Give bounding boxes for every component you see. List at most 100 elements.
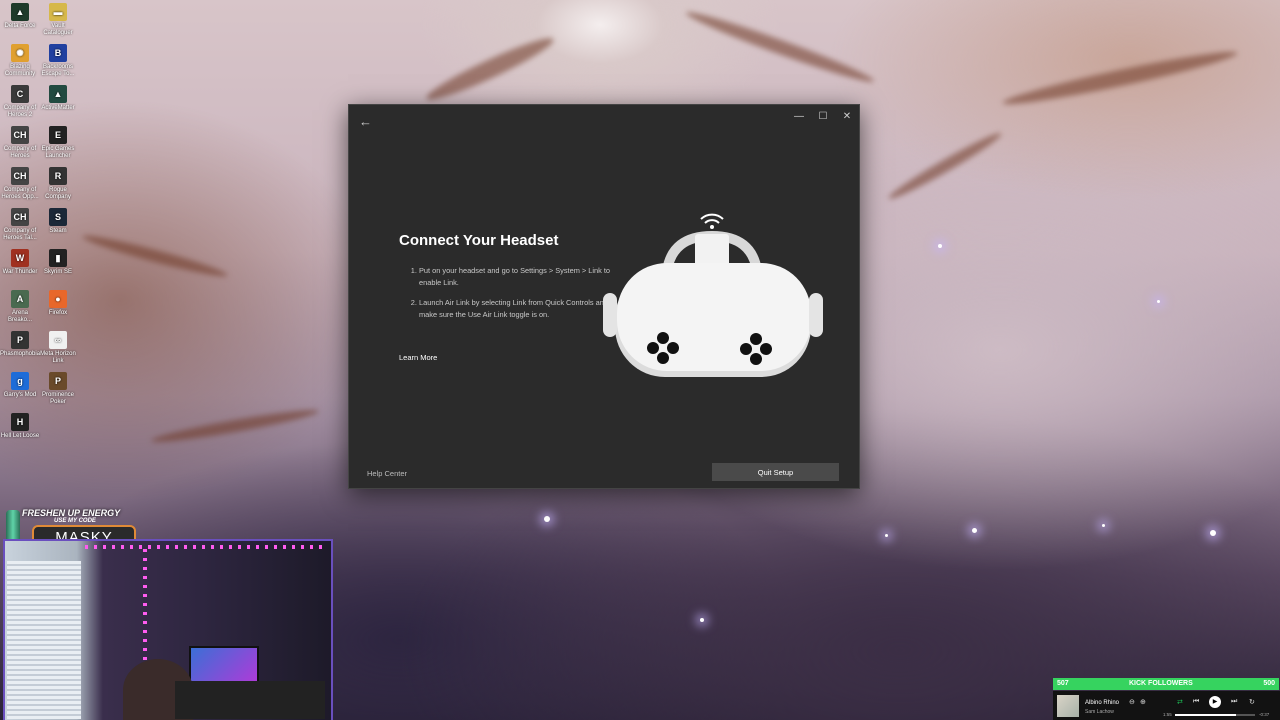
war-thunder-icon: W [11,249,29,267]
quit-setup-button[interactable]: Quit Setup [712,463,839,481]
previous-icon[interactable]: ⏮ [1193,698,1199,706]
desktop-icon-label: Epic Games Launcher [41,146,75,159]
nebula-streak [1000,45,1240,111]
nebula-streak [422,31,558,107]
prominence-poker-icon: P [49,372,67,390]
desktop-icon-label: Meta Horizon Link [40,351,76,364]
shuffle-icon[interactable]: ⇄ [1177,698,1183,706]
music-player: Albino Rhino Sam Lachow ⊖ ⊕ ⇄ ⏮ ▶ ⏭ ↻ 1:… [1053,691,1280,720]
learn-more-link[interactable]: Learn More [399,353,437,362]
company-of-heroes-icon: CH [11,126,29,144]
instruction-step: Launch Air Link by selecting Link from Q… [419,297,619,321]
desktop-icon-steam[interactable]: S Steam [38,208,78,235]
desktop-icon-delta-force[interactable]: ▲ Delta Force [0,3,40,30]
desktop-icon-rogue-company[interactable]: R Rogue Company [38,167,78,201]
desktop-icon-label: Blazing Community [4,64,36,77]
nebula-streak [885,128,1005,204]
company-of-heroes-tal-icon: CH [11,208,29,226]
star [1102,524,1105,527]
star [938,244,942,248]
desktop-icon-blazing-community[interactable]: ✺ Blazing Community [0,44,40,78]
vault-cataloguer-icon: ▬ [49,3,67,21]
progress-fill [1175,714,1236,716]
desktop-icon-phasmophobia[interactable]: P Phasmophobia [0,331,40,358]
nebula-streak [150,405,320,447]
desktop-icon-epic-games-launcher[interactable]: E Epic Games Launcher [38,126,78,160]
follower-goal-label: KICK FOLLOWERS [1129,680,1193,687]
monitor [189,646,259,686]
progress-bar[interactable] [1175,714,1255,716]
remove-icon[interactable]: ⊖ [1129,698,1135,706]
desktop-icon-meta-horizon-link[interactable]: ∞ Meta Horizon Link [38,331,78,365]
meta-link-setup-window: ← — ☐ ✕ Connect Your Headset Put on your… [348,104,860,489]
desktop-icon-label: ActiveMatter [41,105,75,111]
backrooms-escape-to-icon: B [49,44,67,62]
wifi-icon [700,213,724,229]
play-button[interactable]: ▶ [1209,696,1221,708]
star [544,516,550,522]
album-art [1057,695,1079,717]
desktop-icon-label: Company of Heroes Opp... [1,187,39,200]
vr-headset-illustration [603,213,823,377]
desktop-icon-label: Skyrim SE [43,269,72,275]
desktop-icon-label: Rogue Company [45,187,71,200]
star [700,618,704,622]
desktop-icon-hell-let-loose[interactable]: H Hell Let Loose [0,413,40,440]
next-icon[interactable]: ⏭ [1231,698,1237,706]
follower-count: 507 [1057,680,1069,687]
desktop-icon-garry-s-mod[interactable]: g Garry's Mod [0,372,40,399]
follower-goal-bar: 507 KICK FOLLOWERS 500 [1053,678,1279,690]
rogue-company-icon: R [49,167,67,185]
garry-s-mod-icon: g [11,372,29,390]
instruction-step: Put on your headset and go to Settings >… [419,265,619,289]
desktop-icon-firefox[interactable]: ● Firefox [38,290,78,317]
maximize-button[interactable]: ☐ [813,111,833,122]
company-of-heroes-opp-icon: CH [11,167,29,185]
star [1210,530,1216,536]
repeat-icon[interactable]: ↻ [1249,698,1255,706]
desktop-icon-label: Backrooms Escape To... [41,64,75,77]
desktop-icon-label: Delta Force [4,23,36,29]
desktop-icon-label: War Thunder [2,269,38,275]
desktop-icon-activematter[interactable]: ▲ ActiveMatter [38,85,78,112]
desktop-icon-war-thunder[interactable]: W War Thunder [0,249,40,276]
song-title: Albino Rhino [1085,700,1120,706]
desktop-icon-label: Vault Cataloguer [43,23,73,36]
desk [175,681,325,719]
minimize-button[interactable]: — [789,111,809,122]
follower-goal: 500 [1263,680,1275,687]
close-button[interactable]: ✕ [837,111,857,122]
desktop-icon-company-of-heroes[interactable]: CH Company of Heroes [0,126,40,160]
desktop-icon-label: Company of Heroes 2 [3,105,37,118]
window-blinds [7,561,81,719]
desktop-icon-skyrim-se[interactable]: ▮ Skyrim SE [38,249,78,276]
desktop-icon-company-of-heroes-opp[interactable]: CH Company of Heroes Opp... [0,167,40,201]
arena-breako-icon: A [11,290,29,308]
skyrim-se-icon: ▮ [49,249,67,267]
elapsed-time: 1:55 [1163,712,1172,717]
meta-horizon-link-icon: ∞ [49,331,67,349]
desktop-icon-backrooms-escape-to[interactable]: B Backrooms Escape To... [38,44,78,78]
activematter-icon: ▲ [49,85,67,103]
desktop-icon-label: Steam [49,228,67,234]
star [1157,300,1160,303]
back-arrow-icon[interactable]: ← [359,114,372,129]
add-icon[interactable]: ⊕ [1140,698,1146,706]
desktop-icon-prominence-poker[interactable]: P Prominence Poker [38,372,78,406]
desktop-icon-company-of-heroes-2[interactable]: C Company of Heroes 2 [0,85,40,119]
nebula-streak [81,230,229,282]
promo-subtitle: USE MY CODE [54,518,96,524]
desktop-icon-vault-cataloguer[interactable]: ▬ Vault Cataloguer [38,3,78,37]
desktop-icon-arena-breako[interactable]: A Arena Breako... [0,290,40,324]
phasmophobia-icon: P [11,331,29,349]
page-title: Connect Your Headset [399,232,559,249]
desktop-icon-label: Prominence Poker [41,392,74,405]
hell-let-loose-icon: H [11,413,29,431]
song-artist: Sam Lachow [1085,709,1114,715]
remaining-time: -0:37 [1259,712,1270,717]
firefox-icon: ● [49,290,67,308]
desktop-icon-label: Firefox [48,310,68,316]
desktop-icon-label: Company of Heroes Tal... [3,228,37,241]
desktop-icon-company-of-heroes-tal[interactable]: CH Company of Heroes Tal... [0,208,40,242]
help-center-link[interactable]: Help Center [367,469,407,478]
